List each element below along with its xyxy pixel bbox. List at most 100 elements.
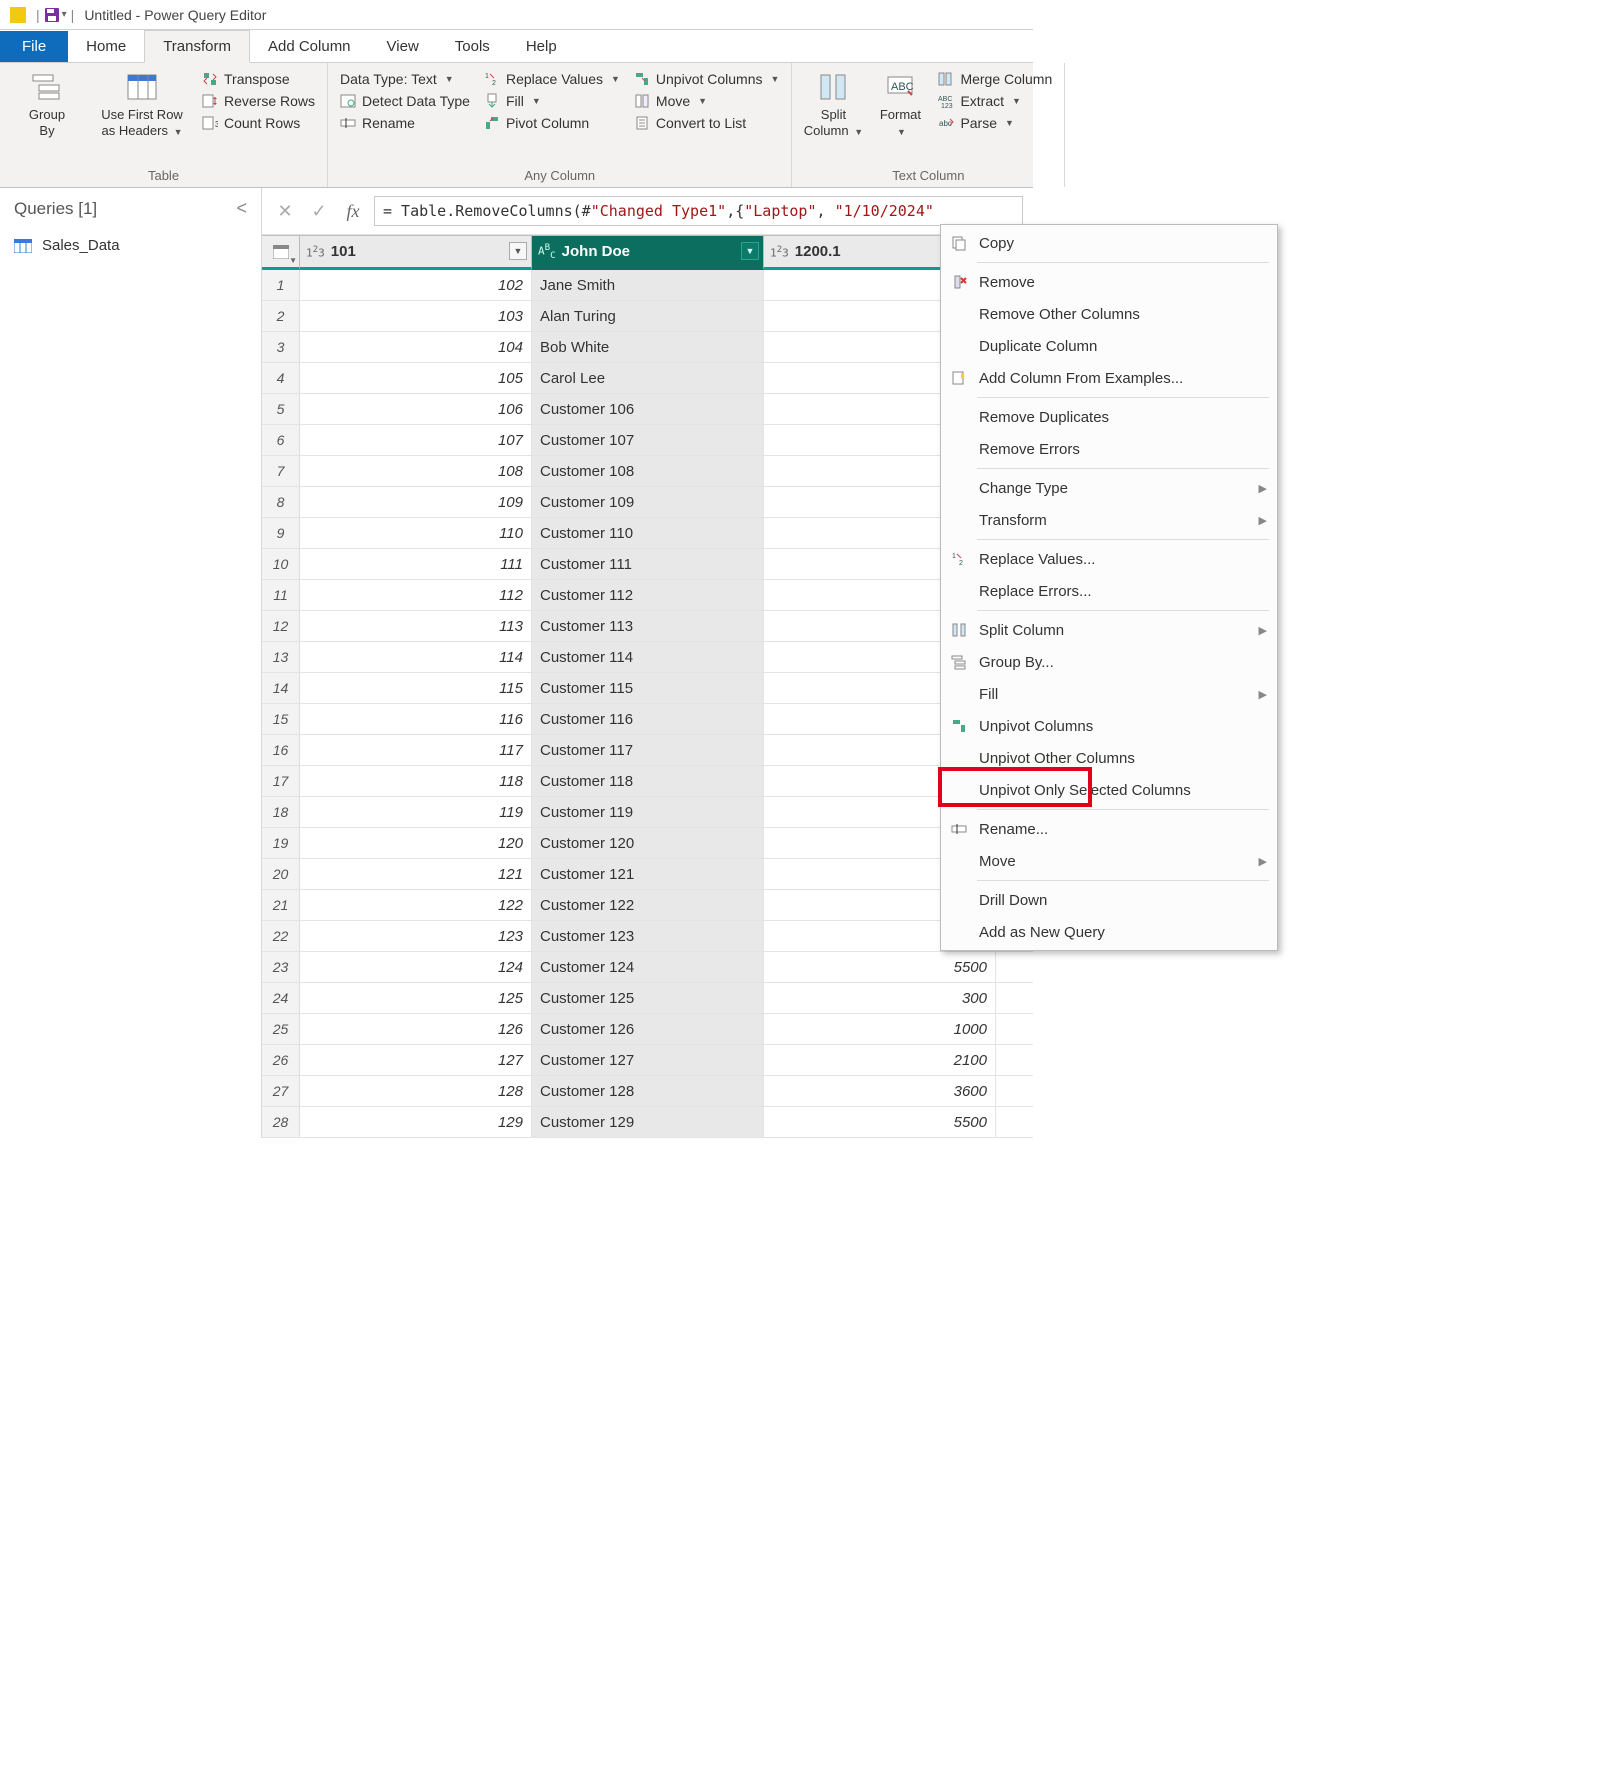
cell-col1[interactable]: 112 — [300, 580, 532, 610]
cell-col3[interactable]: 3600 — [764, 1076, 996, 1106]
table-row[interactable]: 26127Customer 1272100 — [262, 1045, 1033, 1076]
cm-fill[interactable]: Fill▶ — [941, 678, 1277, 710]
cell-col2[interactable]: Customer 108 — [532, 456, 764, 486]
cell-col2[interactable]: Customer 110 — [532, 518, 764, 548]
filter-dropdown-icon[interactable]: ▼ — [741, 242, 759, 260]
table-row[interactable]: 24125Customer 125300 — [262, 983, 1033, 1014]
table-row[interactable]: 4105Carol Lee — [262, 363, 1033, 394]
table-row[interactable]: 14115Customer 115 — [262, 673, 1033, 704]
data-type-button[interactable]: Data Type: Text▼ — [336, 69, 474, 89]
cell-col3[interactable]: 300 — [764, 983, 996, 1013]
table-row[interactable]: 6107Customer 107 — [262, 425, 1033, 456]
cell-col2[interactable]: Customer 119 — [532, 797, 764, 827]
formula-accept-icon[interactable]: ✓ — [306, 198, 332, 224]
cm-remove[interactable]: Remove — [941, 266, 1277, 298]
cell-col1[interactable]: 123 — [300, 921, 532, 951]
cm-unpivot-selected[interactable]: Unpivot Only Selected Columns — [941, 774, 1277, 806]
tab-view[interactable]: View — [369, 31, 437, 62]
cell-col2[interactable]: Customer 114 — [532, 642, 764, 672]
table-row[interactable]: 1102Jane Smith — [262, 270, 1033, 301]
cell-col1[interactable]: 113 — [300, 611, 532, 641]
cell-col1[interactable]: 126 — [300, 1014, 532, 1044]
table-row[interactable]: 5106Customer 106 — [262, 394, 1033, 425]
cm-rename[interactable]: Rename... — [941, 813, 1277, 845]
table-row[interactable]: 13114Customer 114 — [262, 642, 1033, 673]
reverse-rows-button[interactable]: Reverse Rows — [198, 91, 319, 111]
rename-button[interactable]: Rename — [336, 113, 474, 133]
cell-col1[interactable]: 108 — [300, 456, 532, 486]
cell-col2[interactable]: Customer 124 — [532, 952, 764, 982]
cell-col1[interactable]: 109 — [300, 487, 532, 517]
cm-copy[interactable]: Copy — [941, 227, 1277, 259]
cell-col2[interactable]: Customer 122 — [532, 890, 764, 920]
pivot-column-button[interactable]: Pivot Column — [480, 113, 624, 133]
cm-move[interactable]: Move▶ — [941, 845, 1277, 877]
cell-col1[interactable]: 124 — [300, 952, 532, 982]
cell-col1[interactable]: 103 — [300, 301, 532, 331]
cell-col1[interactable]: 104 — [300, 332, 532, 362]
tab-add-column[interactable]: Add Column — [250, 31, 369, 62]
table-row[interactable]: 2103Alan Turing — [262, 301, 1033, 332]
table-row[interactable]: 3104Bob White — [262, 332, 1033, 363]
cell-col1[interactable]: 116 — [300, 704, 532, 734]
cell-col2[interactable]: Customer 127 — [532, 1045, 764, 1075]
cell-col2[interactable]: Customer 120 — [532, 828, 764, 858]
cm-remove-other[interactable]: Remove Other Columns — [941, 298, 1277, 330]
parse-button[interactable]: abc Parse▼ — [934, 113, 1056, 133]
cm-unpivot-other[interactable]: Unpivot Other Columns — [941, 742, 1277, 774]
column-header-101[interactable]: 123 101 ▼ — [300, 236, 532, 270]
cm-add-new-query[interactable]: Add as New Query — [941, 916, 1277, 948]
cell-col2[interactable]: Customer 106 — [532, 394, 764, 424]
table-row[interactable]: 17118Customer 118 — [262, 766, 1033, 797]
cell-col2[interactable]: Jane Smith — [532, 270, 764, 300]
table-row[interactable]: 19120Customer 120 — [262, 828, 1033, 859]
table-row[interactable]: 8109Customer 109 — [262, 487, 1033, 518]
qat-dropdown-icon[interactable]: ▾ — [62, 9, 67, 20]
table-row[interactable]: 27128Customer 1283600 — [262, 1076, 1033, 1107]
cell-col1[interactable]: 110 — [300, 518, 532, 548]
fill-button[interactable]: Fill▼ — [480, 91, 624, 111]
unpivot-columns-button[interactable]: Unpivot Columns▼ — [630, 69, 784, 89]
use-first-row-button[interactable]: Use First Row as Headers ▼ — [92, 67, 192, 138]
detect-data-type-button[interactable]: Detect Data Type — [336, 91, 474, 111]
cell-col3[interactable]: 2100 — [764, 1045, 996, 1075]
cell-col1[interactable]: 120 — [300, 828, 532, 858]
cell-col2[interactable]: Customer 125 — [532, 983, 764, 1013]
cell-col1[interactable]: 106 — [300, 394, 532, 424]
cell-col2[interactable]: Customer 128 — [532, 1076, 764, 1106]
cell-col1[interactable]: 127 — [300, 1045, 532, 1075]
table-row[interactable]: 21122Customer 122 — [262, 890, 1033, 921]
table-row[interactable]: 9110Customer 110 — [262, 518, 1033, 549]
transpose-button[interactable]: Transpose — [198, 69, 319, 89]
table-row[interactable]: 12113Customer 113 — [262, 611, 1033, 642]
column-header-john-doe[interactable]: ABC John Doe ▼ — [532, 236, 764, 270]
convert-to-list-button[interactable]: Convert to List — [630, 113, 784, 133]
table-row[interactable]: 23124Customer 1245500 — [262, 952, 1033, 983]
cell-col2[interactable]: Customer 109 — [532, 487, 764, 517]
filter-dropdown-icon[interactable]: ▼ — [509, 242, 527, 260]
table-row[interactable]: 15116Customer 116 — [262, 704, 1033, 735]
group-by-button[interactable]: Group By — [8, 67, 86, 138]
cm-change-type[interactable]: Change Type▶ — [941, 472, 1277, 504]
cell-col1[interactable]: 107 — [300, 425, 532, 455]
cell-col2[interactable]: Customer 116 — [532, 704, 764, 734]
formula-input[interactable]: = Table.RemoveColumns(#"Changed Type1",{… — [374, 196, 1023, 226]
cm-unpivot[interactable]: Unpivot Columns — [941, 710, 1277, 742]
table-row[interactable]: 20121Customer 121 — [262, 859, 1033, 890]
table-row[interactable]: 11112Customer 112 — [262, 580, 1033, 611]
cm-group-by[interactable]: Group By... — [941, 646, 1277, 678]
cell-col2[interactable]: Customer 107 — [532, 425, 764, 455]
tab-tools[interactable]: Tools — [437, 31, 508, 62]
cell-col2[interactable]: Customer 111 — [532, 549, 764, 579]
cell-col1[interactable]: 114 — [300, 642, 532, 672]
cell-col3[interactable]: 5500 — [764, 952, 996, 982]
grid-corner[interactable]: ▼ — [262, 236, 300, 270]
cell-col2[interactable]: Customer 118 — [532, 766, 764, 796]
format-button[interactable]: ABC Format▼ — [872, 67, 928, 138]
cell-col1[interactable]: 117 — [300, 735, 532, 765]
cm-transform[interactable]: Transform▶ — [941, 504, 1277, 536]
cm-replace-values[interactable]: 12 Replace Values... — [941, 543, 1277, 575]
cell-col1[interactable]: 125 — [300, 983, 532, 1013]
extract-button[interactable]: ABC123 Extract▼ — [934, 91, 1056, 111]
table-row[interactable]: 18119Customer 119 — [262, 797, 1033, 828]
